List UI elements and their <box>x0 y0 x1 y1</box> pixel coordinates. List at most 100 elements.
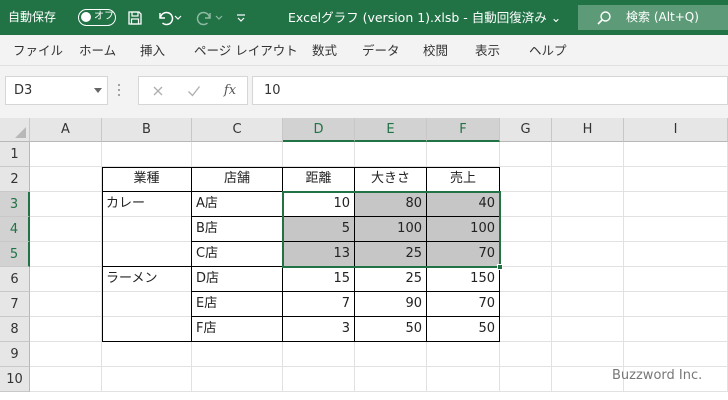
cell-h5[interactable] <box>552 242 624 267</box>
cell-h7[interactable] <box>552 292 624 317</box>
cell-e10[interactable] <box>355 367 427 392</box>
cell-d8[interactable]: 3 <box>283 317 355 342</box>
cell-e9[interactable] <box>355 342 427 367</box>
cell-h9[interactable] <box>552 342 624 367</box>
cell-c8[interactable]: F店 <box>192 317 283 342</box>
cell-f2[interactable]: 売上 <box>427 167 500 192</box>
cell-h8[interactable] <box>552 317 624 342</box>
cell-e2[interactable]: 大きさ <box>355 167 427 192</box>
cell-a2[interactable] <box>30 167 102 192</box>
cell-i5[interactable] <box>624 242 728 267</box>
tab-file[interactable]: ファイル <box>13 35 63 66</box>
cell-i9[interactable] <box>624 342 728 367</box>
cell-g6[interactable] <box>500 267 552 292</box>
cell-f7[interactable]: 70 <box>427 292 500 317</box>
cell-c4[interactable]: B店 <box>192 217 283 242</box>
select-all-corner[interactable] <box>0 118 30 142</box>
cell-b9[interactable] <box>102 342 192 367</box>
column-header-h[interactable]: H <box>552 118 624 142</box>
tab-home[interactable]: ホーム <box>79 35 116 66</box>
cell-g9[interactable] <box>500 342 552 367</box>
row-header-10[interactable]: 10 <box>0 367 30 392</box>
cell-g10[interactable] <box>500 367 552 392</box>
tab-view[interactable]: 表示 <box>475 35 500 66</box>
cell-g4[interactable] <box>500 217 552 242</box>
chevron-down-icon[interactable] <box>94 88 102 93</box>
cell-g3[interactable] <box>500 192 552 217</box>
cell-f6[interactable]: 150 <box>427 267 500 292</box>
cell-e1[interactable] <box>355 142 427 167</box>
autosave-toggle[interactable]: オフ <box>78 9 116 26</box>
cell-b6[interactable]: ラーメン <box>102 267 192 292</box>
insert-function-icon[interactable]: fx <box>217 77 243 104</box>
cell-d2[interactable]: 距離 <box>283 167 355 192</box>
cell-a3[interactable] <box>30 192 102 217</box>
row-header-4[interactable]: 4 <box>0 217 30 242</box>
enter-icon[interactable] <box>181 77 207 104</box>
column-header-b[interactable]: B <box>102 118 192 142</box>
cell-c6[interactable]: D店 <box>192 267 283 292</box>
cell-h4[interactable] <box>552 217 624 242</box>
tab-formulas[interactable]: 数式 <box>312 35 337 66</box>
customize-qat-icon[interactable] <box>233 8 249 28</box>
cell-d7[interactable]: 7 <box>283 292 355 317</box>
row-header-1[interactable]: 1 <box>0 142 30 167</box>
cell-i6[interactable] <box>624 267 728 292</box>
cell-i7[interactable] <box>624 292 728 317</box>
cell-g1[interactable] <box>500 142 552 167</box>
cell-c1[interactable] <box>192 142 283 167</box>
tab-page-layout[interactable]: ページ レイアウト <box>194 35 298 66</box>
cell-i2[interactable] <box>624 167 728 192</box>
cell-c10[interactable] <box>192 367 283 392</box>
cell-a7[interactable] <box>30 292 102 317</box>
row-header-9[interactable]: 9 <box>0 342 30 367</box>
formula-input[interactable]: 10 <box>252 76 728 105</box>
cell-i8[interactable] <box>624 317 728 342</box>
cell-a4[interactable] <box>30 217 102 242</box>
cell-f10[interactable] <box>427 367 500 392</box>
undo-dropdown-icon[interactable] <box>172 8 184 28</box>
cell-c7[interactable]: E店 <box>192 292 283 317</box>
cell-a6[interactable] <box>30 267 102 292</box>
cell-c5[interactable]: C店 <box>192 242 283 267</box>
column-header-c[interactable]: C <box>192 118 283 142</box>
redo-icon[interactable] <box>195 8 215 28</box>
cell-a9[interactable] <box>30 342 102 367</box>
row-header-3[interactable]: 3 <box>0 192 30 217</box>
cell-f8[interactable]: 50 <box>427 317 500 342</box>
row-header-7[interactable]: 7 <box>0 292 30 317</box>
redo-dropdown-icon[interactable] <box>213 8 225 28</box>
cancel-icon[interactable] <box>145 77 171 104</box>
cell-e6[interactable]: 25 <box>355 267 427 292</box>
column-header-g[interactable]: G <box>500 118 552 142</box>
cell-b1[interactable] <box>102 142 192 167</box>
tab-help[interactable]: ヘルプ <box>529 35 567 66</box>
tab-review[interactable]: 校閲 <box>423 35 448 66</box>
cell-f1[interactable] <box>427 142 500 167</box>
cell-a1[interactable] <box>30 142 102 167</box>
cell-e8[interactable]: 50 <box>355 317 427 342</box>
cell-h2[interactable] <box>552 167 624 192</box>
cell-d1[interactable] <box>283 142 355 167</box>
cell-b7[interactable] <box>102 292 192 317</box>
cell-c2[interactable]: 店舗 <box>192 167 283 192</box>
cell-g8[interactable] <box>500 317 552 342</box>
cell-i4[interactable] <box>624 217 728 242</box>
cell-g7[interactable] <box>500 292 552 317</box>
cell-d9[interactable] <box>283 342 355 367</box>
cell-d10[interactable] <box>283 367 355 392</box>
row-header-8[interactable]: 8 <box>0 317 30 342</box>
cell-b10[interactable] <box>102 367 192 392</box>
cell-c9[interactable] <box>192 342 283 367</box>
row-header-2[interactable]: 2 <box>0 167 30 192</box>
tab-data[interactable]: データ <box>362 35 400 66</box>
cell-h6[interactable] <box>552 267 624 292</box>
cell-g5[interactable] <box>500 242 552 267</box>
cell-b2[interactable]: 業種 <box>102 167 192 192</box>
cell-a5[interactable] <box>30 242 102 267</box>
search-box[interactable]: 検索 (Alt+Q) <box>578 5 728 30</box>
fill-handle[interactable] <box>497 264 503 270</box>
column-header-a[interactable]: A <box>30 118 102 142</box>
cell-c3[interactable]: A店 <box>192 192 283 217</box>
cell-b5[interactable] <box>102 242 192 267</box>
